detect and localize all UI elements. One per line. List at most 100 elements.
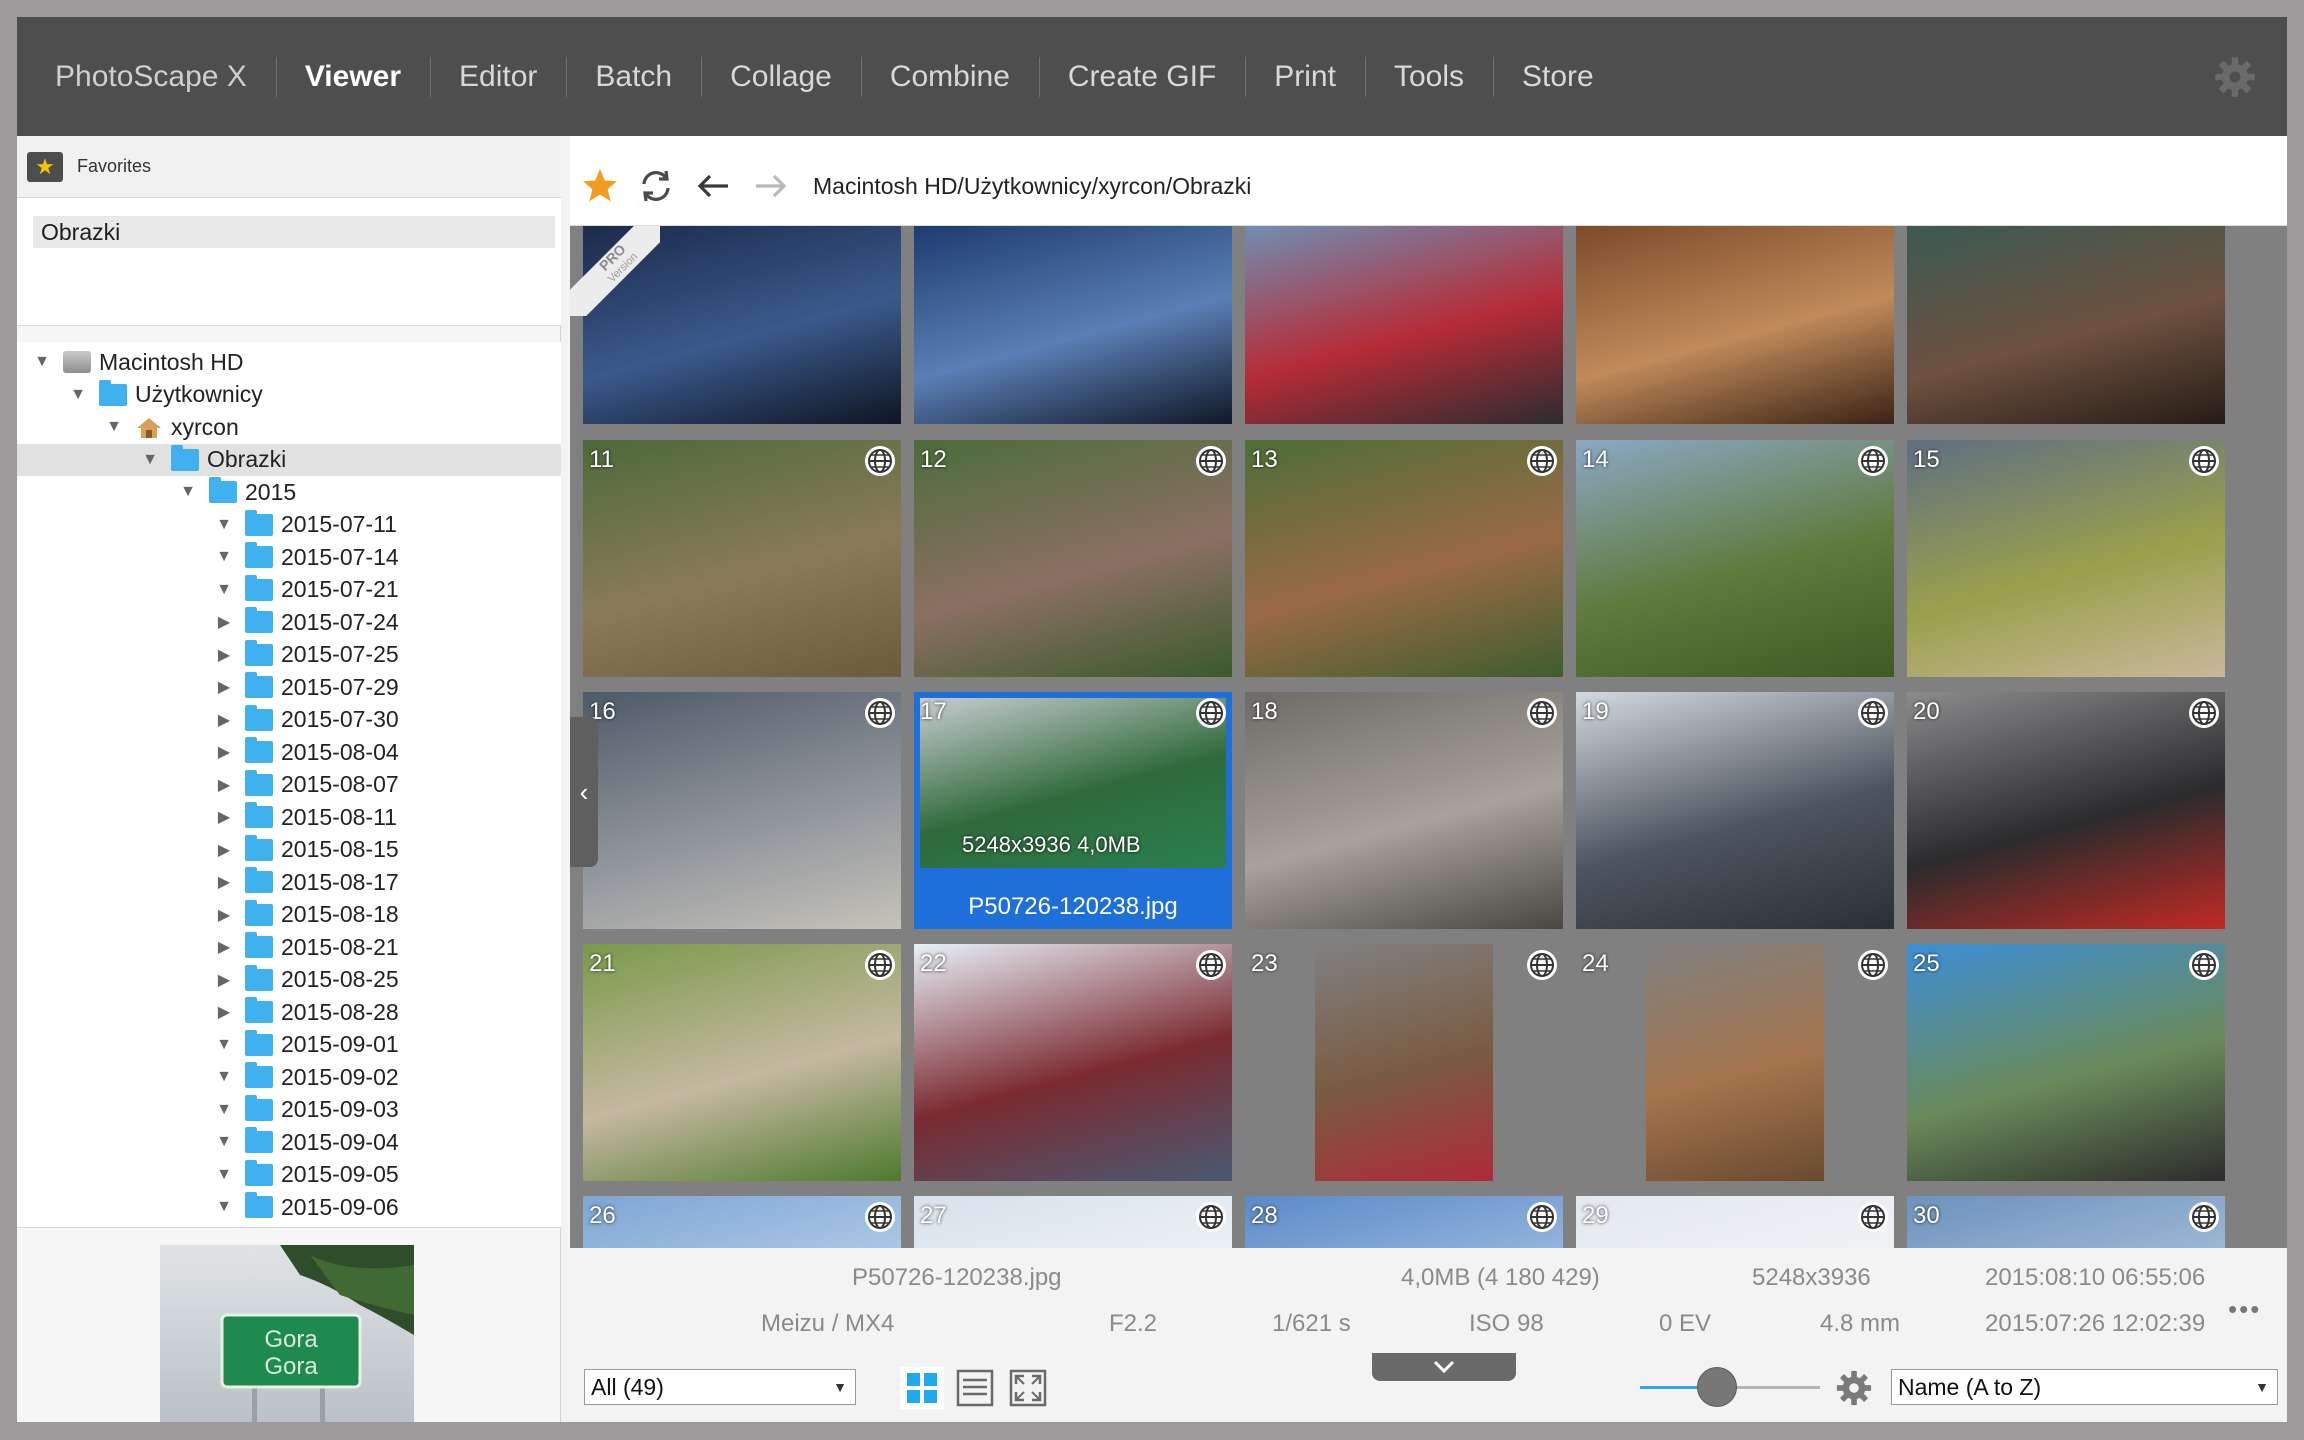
thumbnail[interactable]: 12 [914, 440, 1232, 677]
disclosure-closed-icon[interactable]: ▶ [213, 937, 235, 957]
disclosure-closed-icon[interactable]: ▶ [213, 742, 235, 762]
disclosure-closed-icon[interactable]: ▶ [213, 645, 235, 665]
disclosure-open-icon[interactable]: ▼ [213, 1036, 235, 1054]
disclosure-open-icon[interactable]: ▼ [213, 516, 235, 534]
refresh-icon[interactable] [636, 166, 676, 206]
grid-settings-gear-icon[interactable] [1835, 1369, 1873, 1407]
thumbnail[interactable] [914, 226, 1232, 424]
tree-item[interactable]: ▶ 2015-08-25 [17, 964, 561, 996]
disclosure-closed-icon[interactable]: ▶ [213, 905, 235, 925]
tree-item[interactable]: ▼ 2015-07-11 [17, 509, 561, 541]
folder-tree[interactable]: ▼ Macintosh HD ▼ Użytkownicy ▼ xyrcon ▼ Obrazki… [17, 342, 561, 1228]
collapse-info-button[interactable] [1372, 1353, 1516, 1381]
nav-editor[interactable]: Editor [430, 55, 566, 99]
tree-item[interactable]: ▼ 2015-09-03 [17, 1094, 561, 1126]
tree-item[interactable]: ▼ 2015-09-05 [17, 1159, 561, 1191]
back-arrow-icon[interactable] [694, 166, 734, 206]
tree-item[interactable]: ▶ 2015-07-30 [17, 704, 561, 736]
tree-item[interactable]: ▶ 2015-08-04 [17, 736, 561, 768]
disclosure-open-icon[interactable]: ▼ [103, 418, 125, 436]
nav-print[interactable]: Print [1245, 55, 1365, 99]
tree-item[interactable]: ▼ 2015-07-14 [17, 541, 561, 573]
thumbnail[interactable]: 20 [1907, 692, 2225, 929]
tree-item[interactable]: ▼ Użytkownicy [17, 379, 561, 411]
disclosure-closed-icon[interactable]: ▶ [213, 1002, 235, 1022]
thumbnail[interactable]: 25 [1907, 944, 2225, 1181]
thumbnail[interactable]: 30 [1907, 1196, 2225, 1248]
tree-item[interactable]: ▼ xyrcon [17, 411, 561, 443]
thumbnail[interactable]: 11 [583, 440, 901, 677]
disclosure-open-icon[interactable]: ▼ [213, 581, 235, 599]
thumbnail[interactable]: 19 [1576, 692, 1894, 929]
tree-item[interactable]: ▼ 2015-09-06 [17, 1191, 561, 1223]
thumbnail[interactable]: 24 [1576, 944, 1894, 1181]
disclosure-closed-icon[interactable]: ▶ [213, 677, 235, 697]
tree-item[interactable]: ▼ 2015-09-02 [17, 1061, 561, 1093]
tree-item[interactable]: ▼ 2015-09-04 [17, 1126, 561, 1158]
nav-brand[interactable]: PhotoScape X [55, 55, 276, 99]
thumbnail[interactable] [1907, 226, 2225, 424]
thumbnail[interactable]: 13 [1245, 440, 1563, 677]
tree-item[interactable]: ▶ 2015-07-24 [17, 606, 561, 638]
tree-item[interactable]: ▶ 2015-08-17 [17, 866, 561, 898]
thumbnail[interactable] [1576, 226, 1894, 424]
tree-item[interactable]: ▶ 2015-08-21 [17, 931, 561, 963]
favorites-header[interactable]: ★ Favorites [17, 136, 561, 198]
nav-collage[interactable]: Collage [701, 55, 861, 99]
disclosure-closed-icon[interactable]: ▶ [213, 840, 235, 860]
star-icon[interactable] [580, 166, 620, 206]
tree-item[interactable]: ▼ Obrazki [17, 443, 561, 476]
thumbnail[interactable]: 23 [1245, 944, 1563, 1181]
gear-icon[interactable] [2213, 55, 2257, 99]
thumbnail[interactable]: 26 [583, 1196, 901, 1248]
tree-item[interactable]: ▼ 2015-07-21 [17, 574, 561, 606]
nav-combine[interactable]: Combine [860, 55, 1039, 99]
thumbnail[interactable] [1245, 226, 1563, 424]
sort-select[interactable]: Name (A to Z) ▼ [1891, 1369, 2278, 1405]
thumbnail[interactable]: 21 [583, 944, 901, 1181]
nav-tools[interactable]: Tools [1364, 55, 1493, 99]
thumbnail[interactable]: 16 [583, 692, 901, 929]
thumbnail[interactable]: 17 5248x3936 4,0MB P50726-120238.jpg [914, 692, 1232, 929]
fullscreen-view-icon[interactable] [1006, 1367, 1050, 1409]
zoom-slider-handle[interactable] [1697, 1367, 1738, 1407]
tree-item[interactable]: ▼ Macintosh HD [17, 346, 561, 378]
tree-item[interactable]: ▼ 2015 [17, 476, 561, 508]
thumbnail[interactable]: 18 [1245, 692, 1563, 929]
tree-item[interactable]: ▶ 2015-07-29 [17, 671, 561, 703]
tree-item[interactable]: ▼ 2015-09-01 [17, 1029, 561, 1061]
nav-batch[interactable]: Batch [566, 55, 701, 99]
tree-item[interactable]: ▶ 2015-08-15 [17, 834, 561, 866]
forward-arrow-icon[interactable] [750, 166, 790, 206]
tree-item[interactable]: ▶ 2015-08-28 [17, 996, 561, 1028]
grid-view-icon[interactable] [900, 1367, 944, 1409]
thumbnail[interactable]: 14 [1576, 440, 1894, 677]
thumbnail[interactable]: 22 [914, 944, 1232, 1181]
disclosure-closed-icon[interactable]: ▶ [213, 872, 235, 892]
tree-item[interactable]: ▶ 2015-07-25 [17, 639, 561, 671]
thumbnail[interactable]: 28 [1245, 1196, 1563, 1248]
collapse-sidebar-button[interactable]: ‹ [570, 717, 598, 867]
favorite-item[interactable]: Obrazki [33, 216, 555, 248]
disclosure-open-icon[interactable]: ▼ [139, 451, 161, 469]
tree-item[interactable]: ▶ 2015-08-11 [17, 801, 561, 833]
more-info-button[interactable]: ••• [2228, 1294, 2261, 1325]
nav-create-gif[interactable]: Create GIF [1038, 55, 1245, 99]
disclosure-open-icon[interactable]: ▼ [67, 386, 89, 404]
disclosure-closed-icon[interactable]: ▶ [213, 970, 235, 990]
disclosure-closed-icon[interactable]: ▶ [213, 807, 235, 827]
breadcrumb[interactable]: Macintosh HD/Użytkownicy/xyrcon/Obrazki [813, 173, 1251, 200]
disclosure-open-icon[interactable]: ▼ [213, 1068, 235, 1086]
thumbnail[interactable]: 29 [1576, 1196, 1894, 1248]
disclosure-open-icon[interactable]: ▼ [213, 1198, 235, 1216]
list-view-icon[interactable] [953, 1367, 997, 1409]
disclosure-open-icon[interactable]: ▼ [213, 1166, 235, 1184]
thumbnail[interactable]: 27 [914, 1196, 1232, 1248]
disclosure-closed-icon[interactable]: ▶ [213, 612, 235, 632]
disclosure-open-icon[interactable]: ▼ [213, 548, 235, 566]
disclosure-open-icon[interactable]: ▼ [213, 1133, 235, 1151]
disclosure-closed-icon[interactable]: ▶ [213, 775, 235, 795]
disclosure-open-icon[interactable]: ▼ [213, 1101, 235, 1119]
nav-viewer[interactable]: Viewer [275, 55, 430, 99]
disclosure-open-icon[interactable]: ▼ [177, 483, 199, 501]
